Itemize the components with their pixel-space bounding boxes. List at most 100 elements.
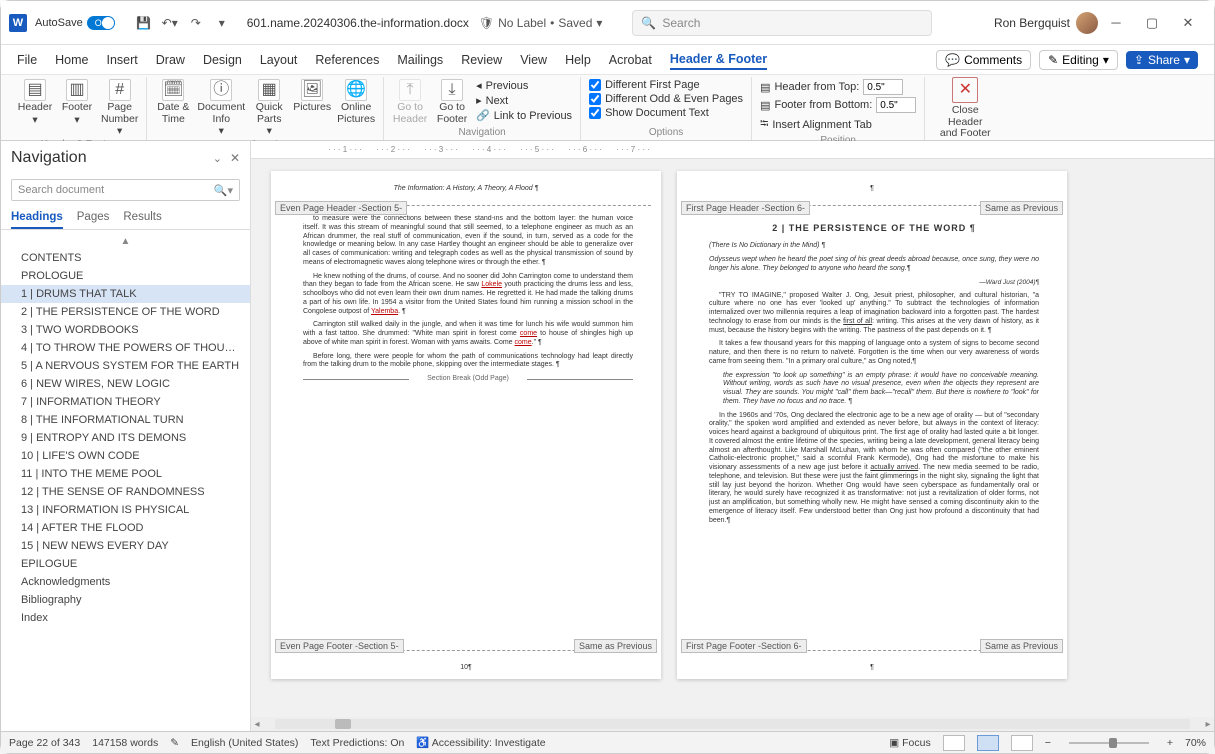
insert-alignment-tab-button[interactable]: ⭾Insert Alignment Tab bbox=[760, 115, 916, 134]
nav-heading-item[interactable]: 2 | THE PERSISTENCE OF THE WORD bbox=[1, 303, 250, 321]
menu-tab-review[interactable]: Review bbox=[461, 51, 502, 69]
view-read-mode[interactable] bbox=[943, 735, 965, 751]
nav-heading-item[interactable]: 6 | NEW WIRES, NEW LOGIC bbox=[1, 375, 250, 393]
nav-heading-item[interactable]: 7 | INFORMATION THEORY bbox=[1, 393, 250, 411]
nav-heading-item[interactable]: 14 | AFTER THE FLOOD bbox=[1, 519, 250, 537]
navigation-search-input[interactable]: Search document 🔍▾ bbox=[11, 179, 240, 201]
header-button[interactable]: ▤Header▾ bbox=[17, 79, 53, 126]
date-time-button[interactable]: 🗓Date & Time bbox=[155, 79, 191, 125]
menu-tab-references[interactable]: References bbox=[315, 51, 379, 69]
minimize-button[interactable]: ─ bbox=[1098, 9, 1134, 37]
nav-heading-item[interactable]: 1 | DRUMS THAT TALK bbox=[1, 285, 250, 303]
status-language[interactable]: English (United States) bbox=[191, 737, 298, 749]
horizontal-scrollbar[interactable]: ◂ ▸ bbox=[251, 717, 1214, 731]
nav-heading-item[interactable]: PROLOGUE bbox=[1, 267, 250, 285]
share-button[interactable]: ⇪ Share ▾ bbox=[1126, 51, 1198, 69]
zoom-in-icon[interactable]: + bbox=[1167, 737, 1173, 749]
next-section-button[interactable]: ▸Next bbox=[476, 94, 572, 107]
document-page-right[interactable]: ¶ First Page Header -Section 6- Same as … bbox=[677, 171, 1067, 679]
save-status[interactable]: Saved bbox=[558, 16, 592, 30]
qat-customize-icon[interactable]: ▾ bbox=[211, 12, 233, 34]
nav-heading-item[interactable]: 11 | INTO THE MEME POOL bbox=[1, 465, 250, 483]
user-name[interactable]: Ron Bergquist bbox=[994, 16, 1070, 30]
nav-heading-item[interactable]: 3 | TWO WORDBOOKS bbox=[1, 321, 250, 339]
page-number-button[interactable]: #Page Number▾ bbox=[101, 79, 138, 138]
zoom-level[interactable]: 70% bbox=[1185, 737, 1206, 749]
zoom-slider[interactable] bbox=[1069, 742, 1149, 744]
scroll-thumb[interactable] bbox=[335, 719, 351, 729]
nav-heading-item[interactable]: 9 | ENTROPY AND ITS DEMONS bbox=[1, 429, 250, 447]
redo-icon[interactable]: ↷ bbox=[185, 12, 207, 34]
view-print-layout[interactable] bbox=[977, 735, 999, 751]
menu-tab-view[interactable]: View bbox=[520, 51, 547, 69]
navpane-chevron-icon[interactable]: ⌄ bbox=[213, 152, 222, 165]
online-pictures-button[interactable]: 🌐Online Pictures bbox=[337, 79, 375, 125]
navpane-tab-pages[interactable]: Pages bbox=[77, 211, 110, 229]
focus-mode-button[interactable]: ▣ Focus bbox=[889, 737, 930, 749]
nav-heading-item[interactable]: 5 | A NERVOUS SYSTEM FOR THE EARTH bbox=[1, 357, 250, 375]
section-break: Section Break (Odd Page) bbox=[303, 375, 633, 384]
status-spellcheck-icon[interactable]: ✎ bbox=[170, 737, 179, 749]
navpane-close-icon[interactable]: ✕ bbox=[230, 151, 240, 165]
status-accessibility[interactable]: ♿ Accessibility: Investigate bbox=[416, 736, 545, 749]
menu-tab-design[interactable]: Design bbox=[203, 51, 242, 69]
scroll-left-icon[interactable]: ◂ bbox=[251, 719, 263, 730]
running-head-left: The Information: A History, A Theory, A … bbox=[271, 185, 661, 192]
navpane-tab-headings[interactable]: Headings bbox=[11, 211, 63, 229]
document-page-left[interactable]: The Information: A History, A Theory, A … bbox=[271, 171, 661, 679]
nav-heading-item[interactable]: CONTENTS bbox=[1, 249, 250, 267]
close-header-footer-button[interactable]: ✕ Close Header and Footer bbox=[933, 77, 997, 140]
zoom-out-icon[interactable]: − bbox=[1045, 737, 1051, 749]
status-page[interactable]: Page 22 of 343 bbox=[9, 737, 80, 749]
scroll-right-icon[interactable]: ▸ bbox=[1202, 719, 1214, 730]
different-odd-even-checkbox[interactable]: Different Odd & Even Pages bbox=[589, 93, 743, 105]
nav-heading-item[interactable]: Index bbox=[1, 609, 250, 627]
editing-mode-button[interactable]: ✎ Editing ▾ bbox=[1039, 50, 1118, 70]
menu-tab-file[interactable]: File bbox=[17, 51, 37, 69]
nav-heading-item[interactable]: 15 | NEW NEWS EVERY DAY bbox=[1, 537, 250, 555]
previous-section-button[interactable]: ◂Previous bbox=[476, 79, 572, 92]
menu-tab-mailings[interactable]: Mailings bbox=[397, 51, 443, 69]
nav-heading-item[interactable]: 10 | LIFE'S OWN CODE bbox=[1, 447, 250, 465]
status-predictions[interactable]: Text Predictions: On bbox=[310, 737, 404, 749]
footer-button[interactable]: ▥Footer▾ bbox=[59, 79, 95, 126]
undo-icon[interactable]: ↶▾ bbox=[159, 12, 181, 34]
sensitivity-label[interactable]: No Label bbox=[498, 16, 546, 30]
nav-heading-item[interactable]: EPILOGUE bbox=[1, 555, 250, 573]
nav-heading-item[interactable]: 12 | THE SENSE OF RANDOMNESS bbox=[1, 483, 250, 501]
different-first-page-checkbox[interactable]: Different First Page bbox=[589, 79, 743, 91]
view-web-layout[interactable] bbox=[1011, 735, 1033, 751]
link-to-previous-button[interactable]: 🔗Link to Previous bbox=[476, 109, 572, 122]
show-document-text-checkbox[interactable]: Show Document Text bbox=[589, 107, 743, 119]
menu-tab-draw[interactable]: Draw bbox=[156, 51, 185, 69]
nav-heading-item[interactable]: 13 | INFORMATION IS PHYSICAL bbox=[1, 501, 250, 519]
navpane-tab-results[interactable]: Results bbox=[123, 211, 161, 229]
user-avatar[interactable] bbox=[1076, 12, 1098, 34]
header-from-top-input[interactable] bbox=[863, 79, 903, 95]
menu-tab-layout[interactable]: Layout bbox=[260, 51, 298, 69]
menu-tab-home[interactable]: Home bbox=[55, 51, 88, 69]
menu-tab-acrobat[interactable]: Acrobat bbox=[609, 51, 652, 69]
close-window-button[interactable]: ✕ bbox=[1170, 9, 1206, 37]
maximize-button[interactable]: ▢ bbox=[1134, 9, 1170, 37]
save-status-chevron-icon[interactable]: ▾ bbox=[596, 16, 602, 30]
chapter-epigraph: Odysseus wept when he heard the poet sin… bbox=[709, 256, 1039, 274]
pictures-button[interactable]: 🖼Pictures bbox=[293, 79, 331, 114]
save-icon[interactable]: 💾 bbox=[133, 12, 155, 34]
document-info-button[interactable]: ⓘDocument Info▾ bbox=[197, 79, 245, 138]
comments-button[interactable]: 💬 Comments bbox=[936, 50, 1031, 70]
status-wordcount[interactable]: 147158 words bbox=[92, 737, 158, 749]
nav-heading-item[interactable]: Acknowledgments bbox=[1, 573, 250, 591]
menu-tab-help[interactable]: Help bbox=[565, 51, 591, 69]
nav-heading-item[interactable]: 4 | TO THROW THE POWERS OF THOUGHT INTO… bbox=[1, 339, 250, 357]
menu-tab-header-footer[interactable]: Header & Footer bbox=[670, 50, 767, 70]
nav-heading-item[interactable]: 8 | THE INFORMATIONAL TURN bbox=[1, 411, 250, 429]
navpane-jump-top[interactable]: ▲ bbox=[1, 234, 250, 249]
menu-tab-insert[interactable]: Insert bbox=[107, 51, 138, 69]
horizontal-ruler[interactable]: · · · 1 · · ·· · · 2 · · ·· · · 3 · · ··… bbox=[251, 141, 1214, 159]
quick-parts-button[interactable]: ▦Quick Parts▾ bbox=[251, 79, 287, 138]
goto-footer-button[interactable]: ⤓Go to Footer bbox=[434, 79, 470, 125]
footer-from-bottom-input[interactable] bbox=[876, 97, 916, 113]
nav-heading-item[interactable]: Bibliography bbox=[1, 591, 250, 609]
search-box[interactable]: 🔍 Search bbox=[632, 10, 932, 36]
